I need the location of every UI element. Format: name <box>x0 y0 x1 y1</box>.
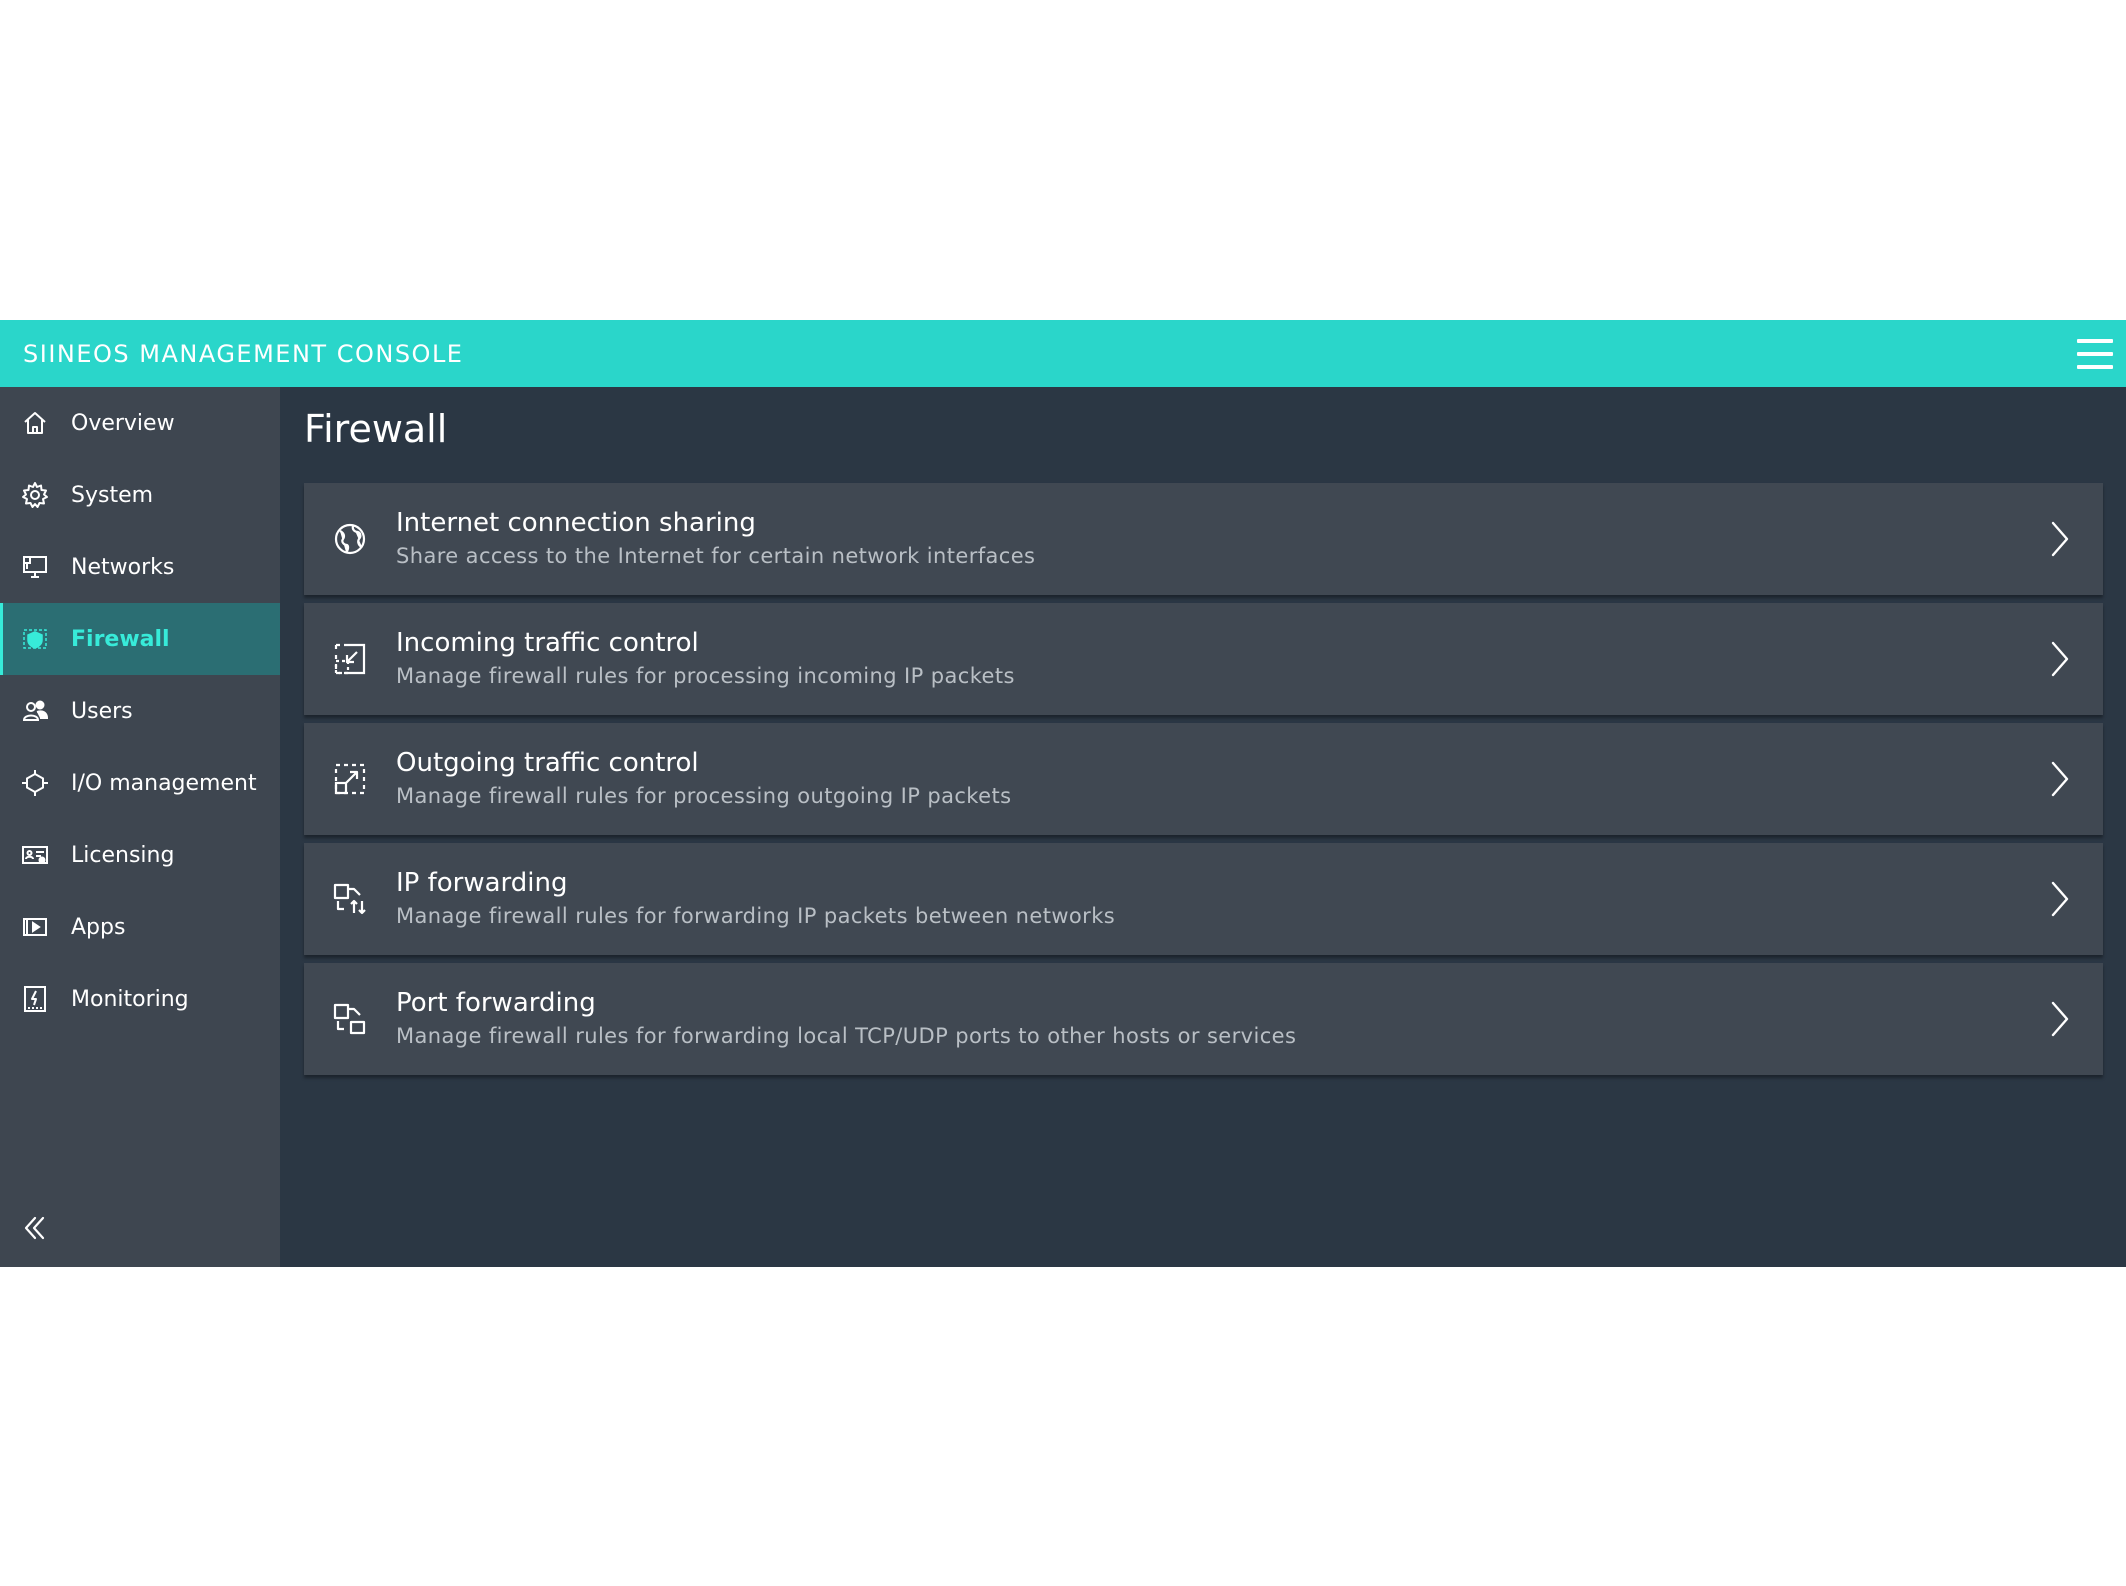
sidebar-item-io-management[interactable]: I/O management <box>0 747 280 819</box>
users-icon <box>20 696 50 726</box>
page-title: Firewall <box>304 407 448 451</box>
card-incoming-traffic-control[interactable]: Incoming traffic control Manage firewall… <box>304 603 2103 715</box>
sidebar-item-label: Apps <box>71 914 126 940</box>
sidebar-item-label: System <box>71 482 154 508</box>
app-window: SIINEOS MANAGEMENT CONSOLE Overview Syst… <box>0 320 2126 1267</box>
card-subtitle: Manage firewall rules for forwarding loc… <box>396 1024 1297 1048</box>
ip-forwarding-icon <box>330 879 370 919</box>
firewall-icon <box>20 624 50 654</box>
sidebar-item-label: Firewall <box>71 626 170 652</box>
card-internet-connection-sharing[interactable]: Internet connection sharing Share access… <box>304 483 2103 595</box>
card-title: Port forwarding <box>396 988 596 1018</box>
double-chevron-left-icon[interactable] <box>20 1213 50 1243</box>
card-subtitle: Manage firewall rules for forwarding IP … <box>396 904 1116 928</box>
sidebar-item-monitoring[interactable]: Monitoring <box>0 963 280 1035</box>
top-bar: SIINEOS MANAGEMENT CONSOLE <box>0 320 2126 387</box>
home-icon <box>20 408 50 438</box>
globe-icon <box>330 519 370 559</box>
sidebar-item-system[interactable]: System <box>0 459 280 531</box>
sidebar-item-users[interactable]: Users <box>0 675 280 747</box>
sidebar-item-firewall[interactable]: Firewall <box>0 603 280 675</box>
port-forwarding-icon <box>330 999 370 1039</box>
sidebar-item-label: Overview <box>71 410 175 436</box>
outgoing-arrow-icon <box>330 759 370 799</box>
card-port-forwarding[interactable]: Port forwarding Manage firewall rules fo… <box>304 963 2103 1075</box>
chevron-right-icon <box>2051 881 2069 917</box>
license-icon <box>20 840 50 870</box>
sidebar-item-apps[interactable]: Apps <box>0 891 280 963</box>
sidebar-item-label: Licensing <box>71 842 175 868</box>
card-title: Outgoing traffic control <box>396 748 699 778</box>
sidebar-item-label: Networks <box>71 554 175 580</box>
gear-icon <box>20 480 50 510</box>
chevron-right-icon <box>2051 521 2069 557</box>
monitoring-icon <box>20 984 50 1014</box>
card-outgoing-traffic-control[interactable]: Outgoing traffic control Manage firewall… <box>304 723 2103 835</box>
card-ip-forwarding[interactable]: IP forwarding Manage firewall rules for … <box>304 843 2103 955</box>
chevron-right-icon <box>2051 761 2069 797</box>
card-subtitle: Manage firewall rules for processing out… <box>396 784 1012 808</box>
chevron-right-icon <box>2051 1001 2069 1037</box>
sidebar-item-label: Monitoring <box>71 986 189 1012</box>
sidebar: Overview System Networks Firewall Users <box>0 387 280 1267</box>
sidebar-item-overview[interactable]: Overview <box>0 387 280 459</box>
io-icon <box>20 768 50 798</box>
sidebar-item-label: Users <box>71 698 133 724</box>
sidebar-item-label: I/O management <box>71 770 257 796</box>
monitor-network-icon <box>20 552 50 582</box>
incoming-arrow-icon <box>330 639 370 679</box>
sidebar-item-networks[interactable]: Networks <box>0 531 280 603</box>
card-list: Internet connection sharing Share access… <box>304 483 2103 1083</box>
main-content: Firewall Internet connection sharing Sha… <box>280 387 2126 1267</box>
app-title: SIINEOS MANAGEMENT CONSOLE <box>23 339 464 368</box>
card-title: IP forwarding <box>396 868 568 898</box>
card-subtitle: Share access to the Internet for certain… <box>396 544 1036 568</box>
sidebar-item-licensing[interactable]: Licensing <box>0 819 280 891</box>
hamburger-menu-icon[interactable] <box>2077 338 2113 369</box>
card-title: Internet connection sharing <box>396 508 756 538</box>
apps-icon <box>20 912 50 942</box>
card-title: Incoming traffic control <box>396 628 699 658</box>
card-subtitle: Manage firewall rules for processing inc… <box>396 664 1015 688</box>
chevron-right-icon <box>2051 641 2069 677</box>
